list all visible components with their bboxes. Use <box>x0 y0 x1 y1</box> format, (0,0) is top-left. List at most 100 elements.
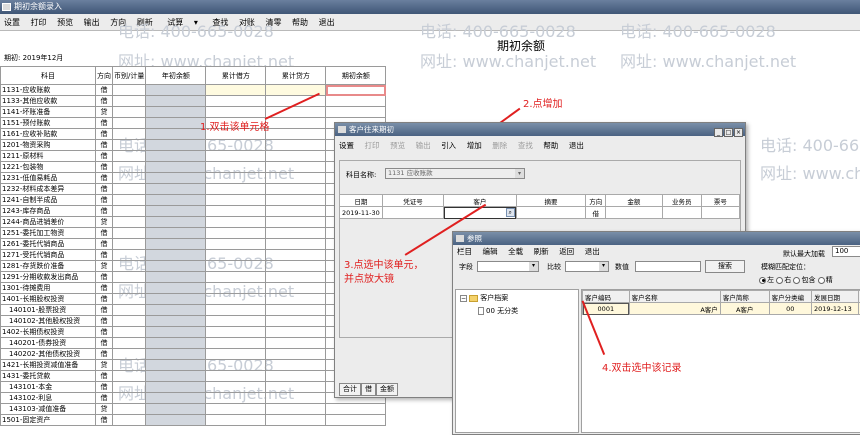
cell-subject[interactable]: 140202-其他债权投资 <box>1 349 96 360</box>
cell-currency[interactable] <box>113 173 146 184</box>
cell-subject[interactable]: 1141-坏账准备 <box>1 107 96 118</box>
table-row[interactable]: 1151-预付账款借 <box>1 118 386 129</box>
cell-debit[interactable] <box>206 338 266 349</box>
cell-subject[interactable]: 1232-材料成本差异 <box>1 184 96 195</box>
cell-opening[interactable] <box>146 272 206 283</box>
cell-credit[interactable] <box>266 294 326 305</box>
magnifier-icon[interactable]: ⌕ <box>506 208 515 217</box>
cell-currency[interactable] <box>113 360 146 371</box>
table-row[interactable]: 1201-物资采购借 <box>1 140 386 151</box>
cell-debit[interactable] <box>206 250 266 261</box>
cell-credit[interactable] <box>266 195 326 206</box>
cell-subject[interactable]: 1131-应收账款 <box>1 85 96 96</box>
table-row[interactable]: 1291-分期收款发出商品借 <box>1 272 386 283</box>
cell-credit[interactable] <box>266 129 326 140</box>
cell-debit[interactable] <box>206 107 266 118</box>
cell-opening[interactable] <box>146 250 206 261</box>
compare-select[interactable]: ▾ <box>565 261 609 272</box>
cell-customer-category[interactable]: 00 <box>769 303 811 315</box>
menu-export[interactable]: 输出 <box>80 14 104 31</box>
ref-menu-columns[interactable]: 栏目 <box>453 245 476 259</box>
cell-direction[interactable]: 借 <box>96 327 113 338</box>
cell-subject[interactable]: 140101-股票投资 <box>1 305 96 316</box>
cd-menu-preview[interactable]: 预览 <box>386 139 409 153</box>
cell-credit[interactable] <box>266 173 326 184</box>
cell-opening[interactable] <box>146 129 206 140</box>
radio-contains[interactable]: 包含 <box>793 276 815 284</box>
cell-debit[interactable] <box>206 206 266 217</box>
cell-opening[interactable] <box>146 151 206 162</box>
cell-ticket[interactable] <box>701 207 739 219</box>
cd-menu-add[interactable]: 增加 <box>463 139 486 153</box>
cell-direction[interactable]: 借 <box>96 184 113 195</box>
ref-menu-refresh[interactable]: 刷新 <box>530 245 553 259</box>
maximize-icon[interactable]: □ <box>724 128 733 137</box>
cell-currency[interactable] <box>113 151 146 162</box>
col-customer-short[interactable]: 客户简称 <box>720 291 769 303</box>
menu-clear[interactable]: 清零 <box>261 14 285 31</box>
cell-direction[interactable]: 贷 <box>96 404 113 415</box>
table-row[interactable]: 1133-其他应收款借 <box>1 96 386 107</box>
cell-currency[interactable] <box>113 349 146 360</box>
cell-subject[interactable]: 1244-商品进销差价 <box>1 217 96 228</box>
cell-summary[interactable] <box>516 207 586 219</box>
table-row[interactable]: 1131-应收账款借 <box>1 85 386 96</box>
cell-direction[interactable]: 贷 <box>96 360 113 371</box>
cell-opening[interactable] <box>146 195 206 206</box>
cell-credit[interactable] <box>266 239 326 250</box>
cell-subject[interactable]: 1401-长期股权投资 <box>1 294 96 305</box>
cell-direction[interactable]: 借 <box>96 151 113 162</box>
cell-direction[interactable]: 借 <box>96 371 113 382</box>
cell-currency[interactable] <box>113 239 146 250</box>
minimize-icon[interactable]: _ <box>714 128 723 137</box>
cell-credit[interactable] <box>266 316 326 327</box>
cell-direction[interactable]: 借 <box>96 283 113 294</box>
ref-menu-loadall[interactable]: 全载 <box>504 245 527 259</box>
cell-debit[interactable] <box>206 140 266 151</box>
cell-credit[interactable] <box>266 184 326 195</box>
tree-item-uncategorized[interactable]: 00 无分类 <box>456 306 578 316</box>
cell-salesman[interactable] <box>662 207 701 219</box>
cell-currency[interactable] <box>113 228 146 239</box>
cd-menu-delete[interactable]: 删除 <box>488 139 511 153</box>
menu-direction[interactable]: 方向 <box>106 14 130 31</box>
value-input[interactable] <box>635 261 701 272</box>
cell-credit[interactable] <box>266 261 326 272</box>
cell-opening[interactable] <box>146 360 206 371</box>
cell-credit[interactable] <box>266 349 326 360</box>
cell-debit[interactable] <box>206 349 266 360</box>
table-row[interactable]: 1244-商品进销差价贷 <box>1 217 386 228</box>
cell-subject[interactable]: 143102-利息 <box>1 393 96 404</box>
cell-direction[interactable]: 借 <box>96 96 113 107</box>
cell-opening[interactable] <box>146 404 206 415</box>
cell-debit[interactable] <box>206 382 266 393</box>
menu-preview[interactable]: 预览 <box>53 14 77 31</box>
ref-menu-edit[interactable]: 编辑 <box>479 245 502 259</box>
table-row[interactable]: 143103-减值准备贷 <box>1 404 386 415</box>
cell-debit[interactable] <box>206 404 266 415</box>
cell-direction[interactable]: 借 <box>96 294 113 305</box>
cell-debit[interactable] <box>206 283 266 294</box>
cell-debit[interactable] <box>206 415 266 426</box>
cd-menu-import[interactable]: 引入 <box>437 139 460 153</box>
cell-direction[interactable]: 借 <box>96 338 113 349</box>
cell-credit[interactable] <box>266 338 326 349</box>
table-row[interactable]: 1241-自制半成品借 <box>1 195 386 206</box>
field-select[interactable]: ▾ <box>477 261 539 272</box>
cell-subject[interactable]: 143103-减值准备 <box>1 404 96 415</box>
cell-debit[interactable] <box>206 96 266 107</box>
cell-debit[interactable] <box>206 272 266 283</box>
cell-direction[interactable]: 借 <box>96 85 113 96</box>
cell-credit[interactable] <box>266 305 326 316</box>
menu-help[interactable]: 帮助 <box>288 14 312 31</box>
cell-opening[interactable] <box>146 393 206 404</box>
cell-currency[interactable] <box>113 261 146 272</box>
table-row[interactable]: 2019-11-30 ⌕ 借 <box>340 207 740 219</box>
table-row[interactable]: 0001 A客户 A客户 00 2019-12-13 <box>583 303 860 315</box>
cell-direction[interactable]: 借 <box>96 393 113 404</box>
cell-subject[interactable]: 1261-委托代销商品 <box>1 239 96 250</box>
cell-debit[interactable] <box>206 184 266 195</box>
cell-debit[interactable] <box>206 327 266 338</box>
cell-opening[interactable] <box>146 118 206 129</box>
col-customer-name[interactable]: 客户名称 <box>629 291 720 303</box>
